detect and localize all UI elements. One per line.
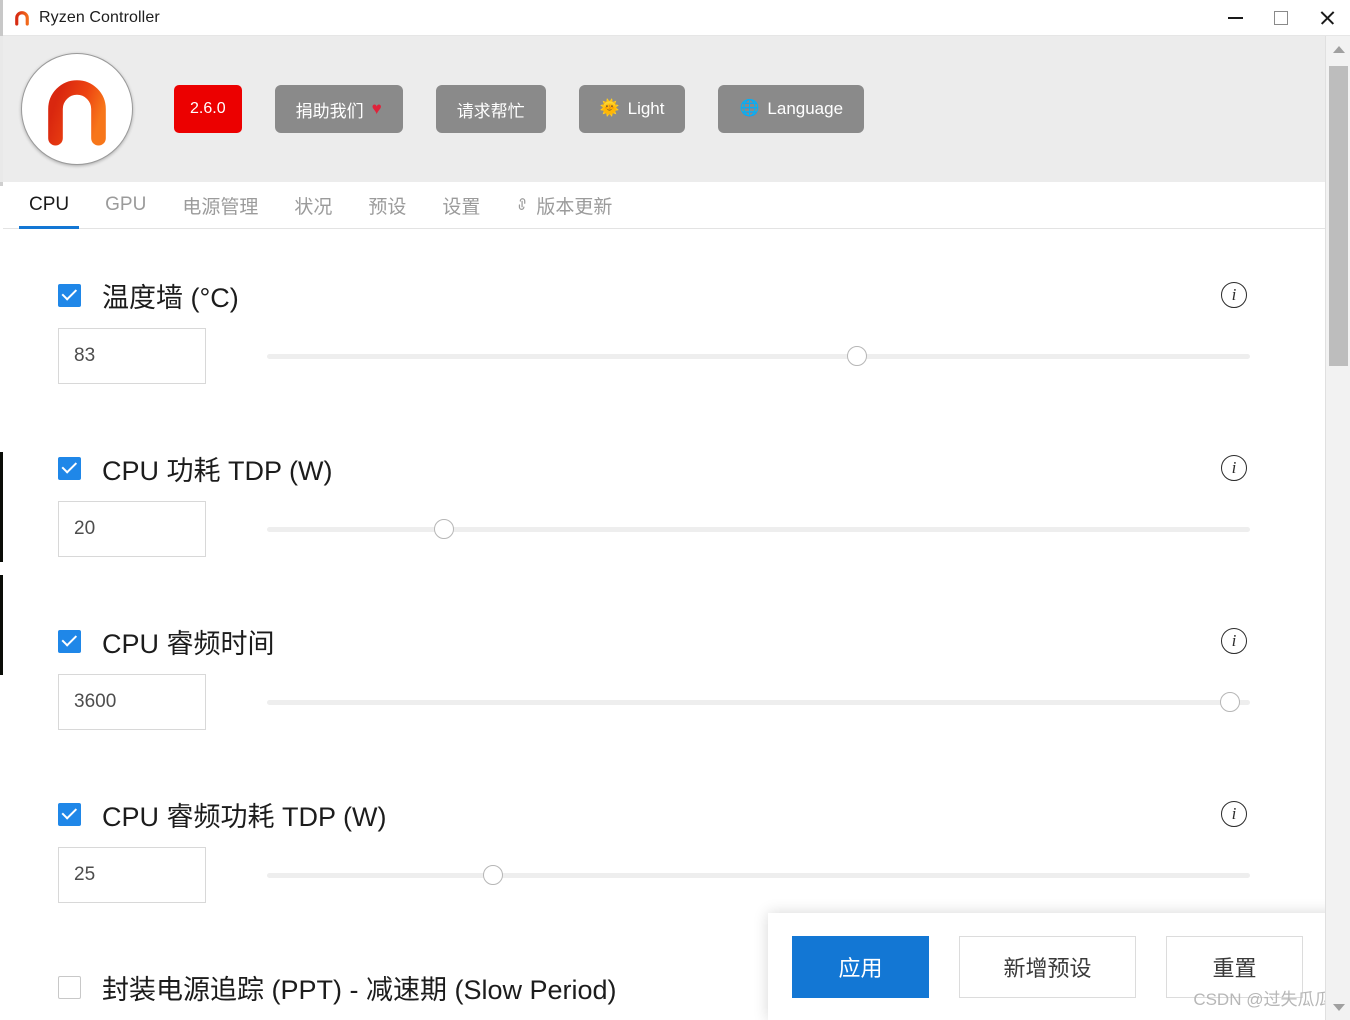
donate-button[interactable]: 捐助我们 ♥ bbox=[274, 85, 403, 133]
tab-power-management[interactable]: 电源管理 bbox=[164, 182, 276, 228]
scroll-down-arrow[interactable] bbox=[1326, 994, 1350, 1020]
maximize-button[interactable] bbox=[1258, 0, 1304, 36]
row-controls bbox=[3, 674, 1325, 730]
info-icon-temperature-limit[interactable]: i bbox=[1221, 282, 1247, 308]
row-controls bbox=[3, 328, 1325, 384]
donate-label: 捐助我们 bbox=[295, 101, 364, 121]
tab-status-label: 状况 bbox=[294, 196, 333, 218]
setting-row-cpu-tdp: CPU 功耗 TDP (W) i bbox=[3, 447, 1325, 557]
label-cpu-tdp: CPU 功耗 TDP (W) bbox=[102, 455, 333, 486]
checkbox-cpu-tdp[interactable] bbox=[58, 456, 81, 480]
input-cpu-tdp[interactable] bbox=[58, 501, 206, 557]
sun-icon: 🌞 bbox=[599, 100, 620, 117]
window-title: Ryzen Controller bbox=[39, 8, 160, 26]
watermark-text: CSDN @过失瓜瓜 bbox=[1193, 990, 1332, 1009]
close-button[interactable] bbox=[1304, 0, 1350, 36]
request-help-label: 请求帮忙 bbox=[456, 101, 525, 121]
maximize-icon bbox=[1274, 11, 1288, 25]
row-header: CPU 功耗 TDP (W) i bbox=[3, 447, 1325, 489]
slider-cpu-boost-time[interactable] bbox=[267, 685, 1250, 719]
slider-cpu-boost-tdp[interactable] bbox=[267, 858, 1250, 892]
info-icon-cpu-tdp[interactable]: i bbox=[1221, 455, 1247, 481]
slider-thumb[interactable] bbox=[433, 519, 454, 539]
cpu-settings-panel: 温度墙 (°C) i CPU 功耗 TDP (W) i bbox=[3, 229, 1325, 1020]
minimize-button[interactable] bbox=[1212, 0, 1258, 36]
checkbox-ppt-slow-period[interactable] bbox=[58, 975, 81, 999]
check-icon bbox=[61, 458, 77, 474]
setting-row-temperature-limit: 温度墙 (°C) i bbox=[3, 274, 1325, 384]
ryzen-controller-window: Ryzen Controller 2.6.0 捐助我们 ♥ 请求帮忙 🌞 Lig… bbox=[0, 0, 1350, 1020]
row-header: CPU 睿频功耗 TDP (W) i bbox=[3, 793, 1325, 835]
slider-cpu-tdp[interactable] bbox=[267, 512, 1250, 546]
tab-cpu-label: CPU bbox=[29, 194, 70, 215]
version-badge[interactable]: 2.6.0 bbox=[174, 85, 242, 133]
tab-version-update-label: 版本更新 bbox=[536, 196, 613, 218]
caret-up-icon bbox=[1332, 45, 1345, 53]
theme-light-label: Light bbox=[627, 99, 665, 118]
check-icon bbox=[61, 804, 77, 820]
title-bar: Ryzen Controller bbox=[3, 0, 1350, 36]
info-icon-cpu-boost-tdp[interactable]: i bbox=[1221, 801, 1247, 827]
row-header: 温度墙 (°C) i bbox=[3, 274, 1325, 316]
input-temperature-limit[interactable] bbox=[58, 328, 206, 384]
checkbox-temperature-limit[interactable] bbox=[58, 283, 81, 307]
row-header: CPU 睿频时间 i bbox=[3, 620, 1325, 662]
tab-bar: CPU GPU 电源管理 状况 预设 设置 版本更新 bbox=[3, 182, 1325, 229]
tab-cpu[interactable]: CPU bbox=[11, 182, 87, 229]
tab-settings-label: 设置 bbox=[442, 196, 481, 218]
slider-track bbox=[267, 526, 1250, 532]
app-header: 2.6.0 捐助我们 ♥ 请求帮忙 🌞 Light 🌐 Language bbox=[3, 36, 1325, 182]
slider-track bbox=[267, 872, 1250, 878]
slider-track bbox=[267, 353, 1250, 359]
close-icon bbox=[1319, 10, 1335, 26]
slider-thumb[interactable] bbox=[483, 865, 504, 885]
row-controls bbox=[3, 847, 1325, 903]
label-cpu-boost-time: CPU 睿频时间 bbox=[102, 628, 275, 659]
link-icon bbox=[512, 193, 536, 217]
setting-row-cpu-boost-tdp: CPU 睿频功耗 TDP (W) i bbox=[3, 793, 1325, 903]
ryzen-horseshoe-icon bbox=[13, 9, 31, 27]
theme-light-button[interactable]: 🌞 Light bbox=[578, 85, 686, 133]
slider-track bbox=[267, 699, 1250, 705]
check-icon bbox=[61, 285, 77, 301]
slider-temperature-limit[interactable] bbox=[267, 339, 1250, 373]
label-ppt-slow-period: 封装电源追踪 (PPT) - 减速期 (Slow Period) bbox=[102, 974, 617, 1005]
add-preset-button[interactable]: 新增预设 bbox=[959, 935, 1136, 998]
vertical-scrollbar[interactable] bbox=[1325, 36, 1350, 1020]
tab-settings[interactable]: 设置 bbox=[424, 182, 498, 228]
slider-thumb[interactable] bbox=[1220, 692, 1241, 712]
window-controls bbox=[1212, 0, 1350, 36]
apply-button[interactable]: 应用 bbox=[792, 935, 929, 998]
input-cpu-boost-tdp[interactable] bbox=[58, 847, 206, 903]
check-icon bbox=[61, 631, 77, 647]
label-temperature-limit: 温度墙 (°C) bbox=[102, 282, 239, 313]
globe-icon: 🌐 bbox=[739, 100, 760, 117]
checkbox-cpu-boost-tdp[interactable] bbox=[58, 802, 81, 826]
tab-presets[interactable]: 预设 bbox=[350, 182, 424, 228]
language-label: Language bbox=[767, 99, 844, 118]
tab-status[interactable]: 状况 bbox=[276, 182, 350, 228]
info-icon-cpu-boost-time[interactable]: i bbox=[1221, 628, 1247, 654]
tab-version-update[interactable]: 版本更新 bbox=[498, 182, 630, 228]
language-button[interactable]: 🌐 Language bbox=[718, 85, 865, 133]
heart-icon: ♥ bbox=[371, 99, 382, 118]
tab-gpu-label: GPU bbox=[105, 194, 147, 215]
setting-row-cpu-boost-time: CPU 睿频时间 i bbox=[3, 620, 1325, 730]
checkbox-cpu-boost-time[interactable] bbox=[58, 629, 81, 653]
label-cpu-boost-tdp: CPU 睿频功耗 TDP (W) bbox=[102, 801, 387, 832]
tab-gpu[interactable]: GPU bbox=[87, 182, 164, 228]
request-help-button[interactable]: 请求帮忙 bbox=[435, 85, 546, 133]
slider-thumb[interactable] bbox=[846, 346, 867, 366]
minimize-icon bbox=[1227, 17, 1243, 19]
scroll-up-arrow[interactable] bbox=[1326, 36, 1350, 62]
tab-power-management-label: 电源管理 bbox=[182, 196, 259, 218]
caret-down-icon bbox=[1332, 1003, 1345, 1011]
tab-presets-label: 预设 bbox=[368, 196, 407, 218]
input-cpu-boost-time[interactable] bbox=[58, 674, 206, 730]
row-controls bbox=[3, 501, 1325, 557]
scrollbar-thumb[interactable] bbox=[1329, 66, 1348, 366]
ryzen-controller-logo bbox=[21, 53, 133, 165]
csdn-watermark: CSDN @过失瓜瓜 ▾ bbox=[1193, 985, 1338, 1010]
